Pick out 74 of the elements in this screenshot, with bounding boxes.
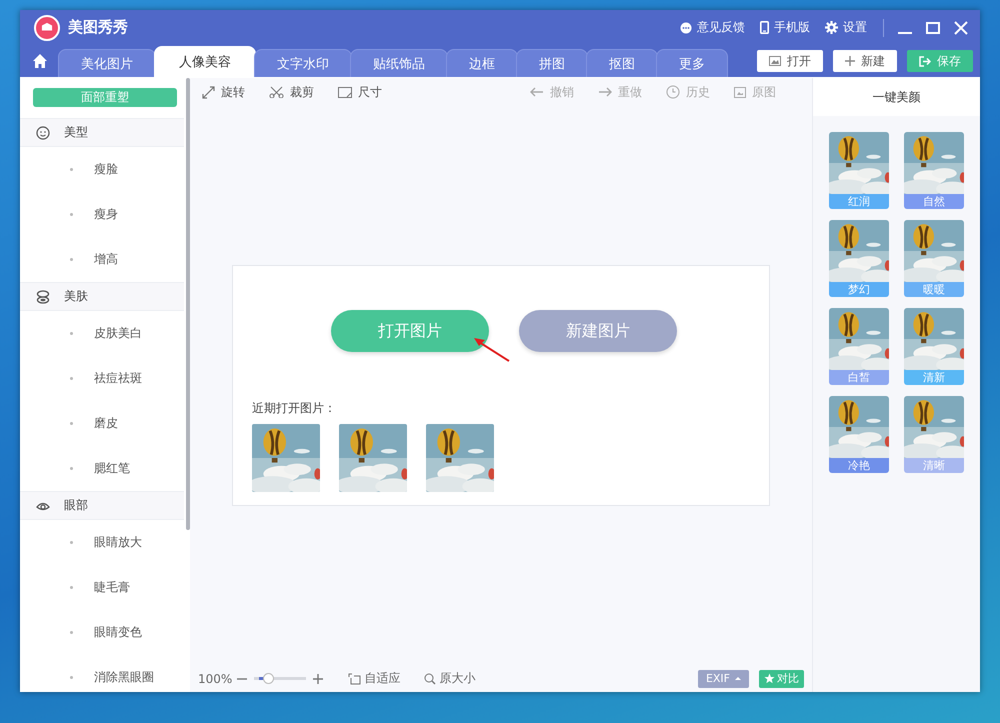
chat-icon [680,22,692,34]
tab[interactable]: 更多 [656,49,728,77]
sidebar-section[interactable]: 美型 [20,118,184,147]
face-icon [36,126,50,140]
filter-label: 清新 [904,370,964,385]
filter-label: 冷艳 [829,458,889,473]
annotation-arrow [473,337,511,363]
phone-icon [760,21,769,34]
filter-label: 红润 [829,194,889,209]
tab[interactable]: 抠图 [586,49,658,77]
app-title: 美图秀秀 [68,18,128,37]
close-icon[interactable] [954,20,968,34]
toolbar-button[interactable]: 旋转 [202,84,245,100]
feedback-link[interactable]: 意见反馈 [680,19,745,36]
filter-label: 白皙 [829,370,889,385]
sidebar-item[interactable]: 眼睛变色 [20,610,184,655]
mobile-link[interactable]: 手机版 [760,19,810,36]
star-icon [764,673,775,684]
filter-label: 梦幻 [829,282,889,297]
filter-label: 清晰 [904,458,964,473]
sidebar-section[interactable]: 美肤 [20,282,184,311]
tab[interactable]: 人像美容 [154,46,256,77]
section-label: 美肤 [64,288,88,305]
sidebar-item[interactable]: 皮肤美白 [20,311,184,356]
sidebar-section[interactable]: 眼部 [20,491,184,520]
tab[interactable]: 贴纸饰品 [350,49,448,77]
magnifier-icon [424,672,436,684]
tab[interactable]: 文字水印 [254,49,352,77]
toolbar-button[interactable]: 尺寸 [338,84,382,100]
filter-thumbnail[interactable]: 自然 [904,132,964,209]
resize-arrow-icon [202,86,215,98]
filter-thumbnail[interactable]: 冷艳 [829,396,889,473]
sidebar-item[interactable]: 磨皮 [20,401,184,446]
settings-icon [825,21,838,34]
sidebar-item[interactable]: 睫毛膏 [20,565,184,610]
tab[interactable]: 美化图片 [58,49,156,77]
section-label: 美型 [64,124,88,141]
filter-label: 自然 [904,194,964,209]
tab[interactable]: 拼图 [516,49,588,77]
scissors-icon [269,86,284,98]
image-icon [769,56,781,66]
zoom-level: 100% [198,672,232,686]
sidebar-item[interactable]: 瘦身 [20,192,184,237]
settings-link[interactable]: 设置 [825,19,867,36]
logo-icon [34,14,60,40]
panel-title: 一键美颜 [813,78,980,116]
sidebar-item[interactable]: 眼睛放大 [20,520,184,565]
sidebar-item[interactable]: 腮红笔 [20,446,184,491]
sidebar-item[interactable]: 祛痘祛斑 [20,356,184,401]
toolbar-button[interactable]: 裁剪 [269,84,314,100]
recent-title: 近期打开图片： [252,400,337,417]
skin-icon [36,290,50,304]
tab[interactable]: 边框 [446,49,518,77]
new-button[interactable]: 新建 [833,50,897,72]
plus-icon [845,56,855,66]
filter-label: 暖暖 [904,282,964,297]
clock-icon [666,85,680,99]
left-arrow-icon [530,87,544,97]
sidebar-item[interactable]: 消除黑眼圈 [20,655,184,692]
sidebar-item[interactable]: 增高 [20,237,184,282]
fit-button[interactable]: 自适应 [348,670,400,687]
fit-icon [348,672,362,684]
image-icon [734,86,746,98]
export-icon [919,56,931,66]
right-arrow-icon [598,87,612,97]
open-button[interactable]: 打开 [757,50,823,72]
section-label: 眼部 [64,497,88,514]
sidebar-item[interactable]: 瘦脸 [20,147,184,192]
scrollbar[interactable] [186,78,190,530]
frame-icon [338,86,352,98]
actual-size-button[interactable]: 原大小 [424,670,476,687]
maximize-icon[interactable] [926,20,940,34]
caret-icon [735,677,741,680]
zoom-in-icon[interactable] [312,672,324,684]
